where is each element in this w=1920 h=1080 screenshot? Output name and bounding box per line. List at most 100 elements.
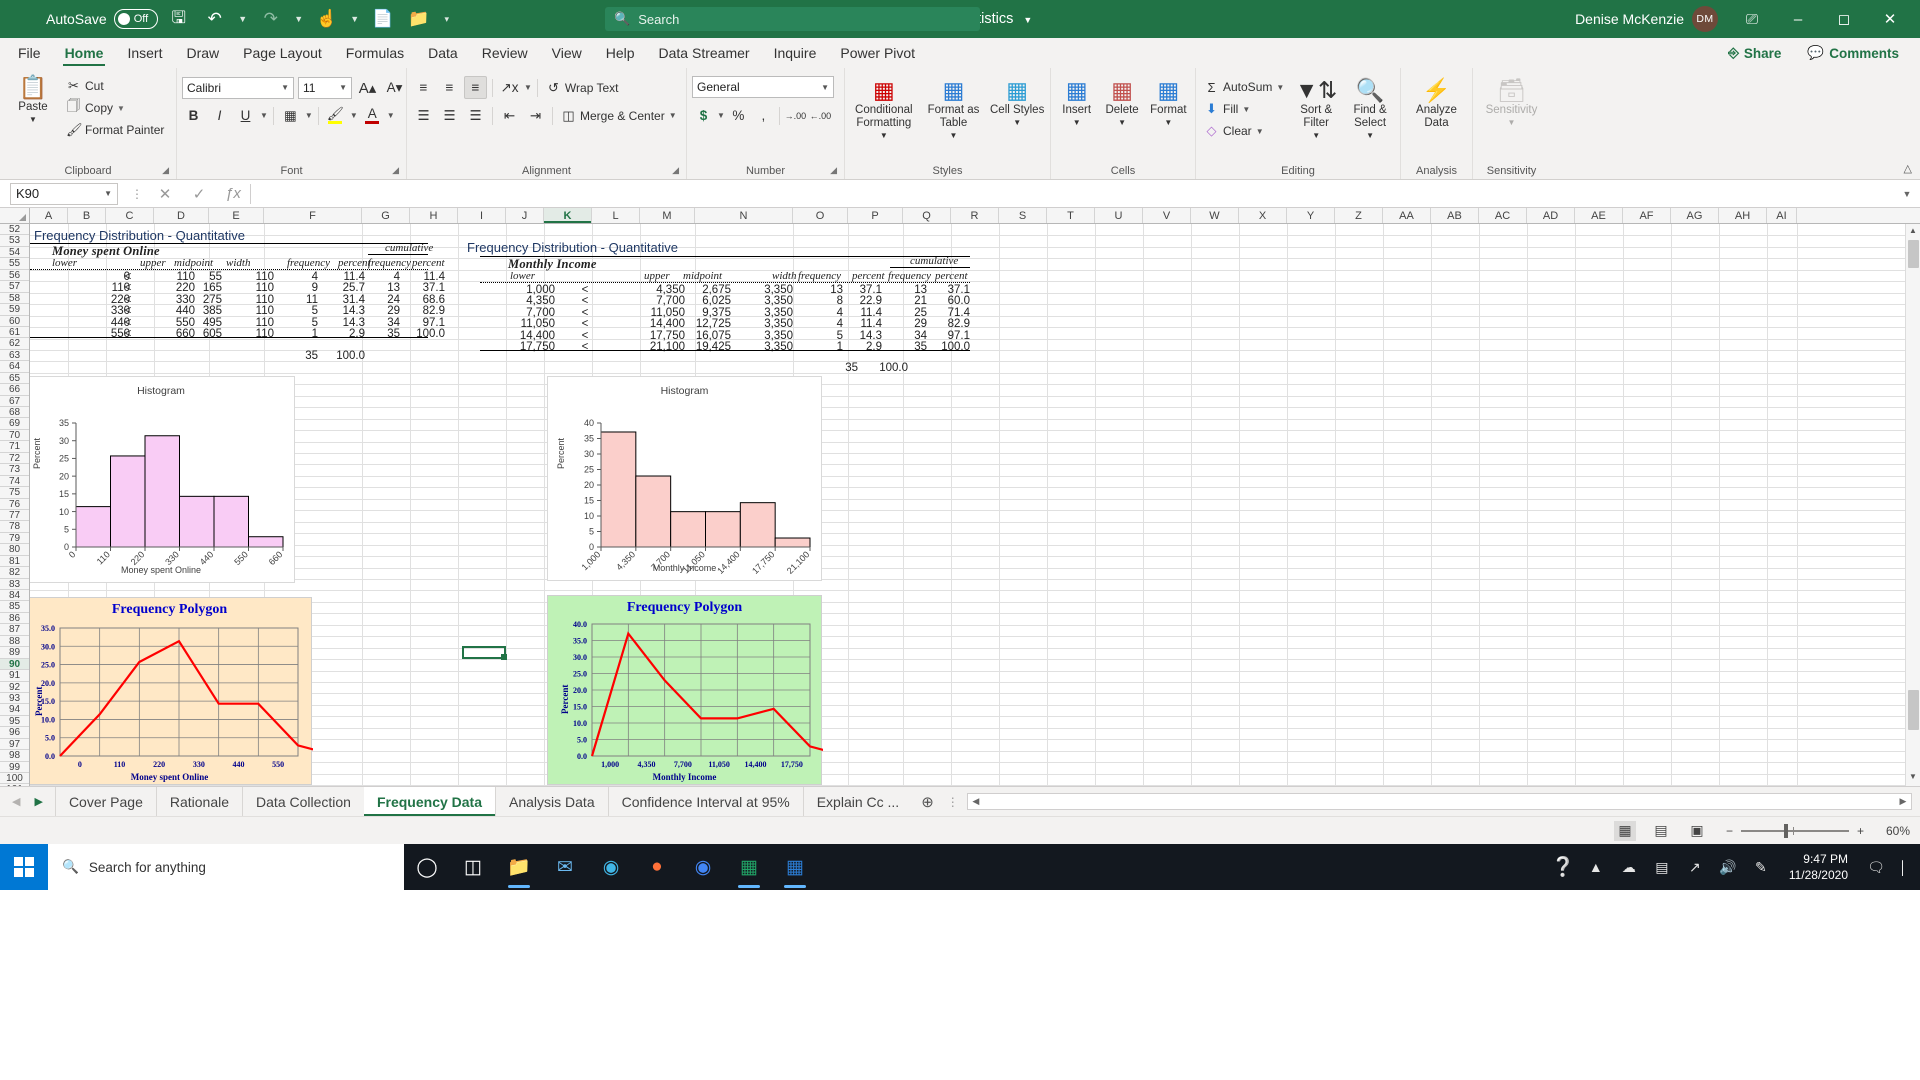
- search-box[interactable]: 🔍 Search: [605, 7, 980, 31]
- collapse-ribbon-icon[interactable]: △: [1904, 162, 1912, 175]
- currency-chevron-down-icon[interactable]: ▼: [717, 111, 725, 120]
- merge-chevron-down-icon[interactable]: ▼: [669, 111, 677, 120]
- row-header-81[interactable]: 81: [0, 555, 29, 568]
- column-header-G[interactable]: G: [362, 208, 410, 223]
- pen-icon[interactable]: ✎: [1746, 844, 1776, 890]
- increase-indent-button[interactable]: ⇥: [524, 104, 547, 127]
- row-header-101[interactable]: 101: [0, 784, 29, 786]
- align-middle-button[interactable]: ≡: [438, 76, 461, 99]
- show-hidden-icons-icon[interactable]: ▲: [1581, 844, 1611, 890]
- hscroll-right-icon[interactable]: ▶: [1895, 796, 1911, 807]
- right-histogram-chart[interactable]: Histogram 0 5 10 15 20 25 30 35 40 1,000 4,350 7,7…: [547, 376, 822, 581]
- align-left-button[interactable]: ☰: [412, 104, 435, 127]
- close-button[interactable]: ✕: [1868, 0, 1912, 38]
- tab-formulas[interactable]: Formulas: [334, 38, 416, 68]
- scroll-thumb-top[interactable]: [1907, 240, 1919, 268]
- copy-chevron-down-icon[interactable]: ▼: [117, 104, 125, 113]
- column-header-AE[interactable]: AE: [1575, 208, 1623, 223]
- column-header-K[interactable]: K: [544, 208, 592, 223]
- borders-button[interactable]: ▦: [279, 104, 302, 127]
- row-header-53[interactable]: 53: [0, 235, 29, 247]
- row-header-100[interactable]: 100: [0, 773, 29, 785]
- merge-center-button[interactable]: ◫ Merge & Center ▼: [558, 105, 680, 127]
- increase-decimal-button[interactable]: →.00: [784, 104, 807, 127]
- insert-cells-button[interactable]: ▦ Insert ▼: [1056, 74, 1097, 127]
- number-dialog-launcher-icon[interactable]: ◢: [830, 162, 837, 178]
- percent-style-button[interactable]: %: [727, 104, 750, 127]
- align-right-button[interactable]: ☰: [464, 104, 487, 127]
- alignment-dialog-launcher-icon[interactable]: ◢: [672, 162, 679, 178]
- hscroll-left-icon[interactable]: ◀: [968, 796, 984, 807]
- tab-data[interactable]: Data: [416, 38, 470, 68]
- column-header-F[interactable]: F: [264, 208, 362, 223]
- column-header-E[interactable]: E: [209, 208, 264, 223]
- format-painter-button[interactable]: 🖌 Format Painter: [63, 119, 167, 141]
- column-header-R[interactable]: R: [951, 208, 999, 223]
- decrease-indent-button[interactable]: ⇤: [498, 104, 521, 127]
- font-color-button[interactable]: A: [361, 104, 384, 127]
- sheet-tab-data-collection[interactable]: Data Collection: [242, 787, 364, 816]
- sheet-tab-analysis-data[interactable]: Analysis Data: [495, 787, 608, 816]
- row-header-69[interactable]: 69: [0, 418, 29, 430]
- row-header-55[interactable]: 55: [0, 258, 29, 270]
- row-header-96[interactable]: 96: [0, 727, 29, 739]
- row-header-62[interactable]: 62: [0, 338, 29, 350]
- row-header-80[interactable]: 80: [0, 544, 29, 556]
- sheet-nav-prev-icon[interactable]: ◀: [12, 795, 20, 808]
- fill-color-chevron-down-icon[interactable]: ▼: [350, 111, 358, 120]
- find-select-button[interactable]: 🔍 Find & Select ▼: [1345, 74, 1395, 141]
- zoom-thumb[interactable]: [1783, 823, 1788, 838]
- column-header-D[interactable]: D: [154, 208, 209, 223]
- align-center-button[interactable]: ☰: [438, 104, 461, 127]
- autosum-chevron-down-icon[interactable]: ▼: [1276, 83, 1284, 92]
- row-header-98[interactable]: 98: [0, 750, 29, 762]
- row-header-99[interactable]: 99: [0, 761, 29, 773]
- row-header-54[interactable]: 54: [0, 246, 29, 259]
- check-icon[interactable]: ✓: [182, 185, 216, 203]
- tab-home[interactable]: Home: [53, 38, 116, 68]
- tab-insert[interactable]: Insert: [115, 38, 174, 68]
- zoom-in-button[interactable]: +: [1857, 824, 1864, 838]
- row-header-52[interactable]: 52: [0, 224, 29, 236]
- column-header-AA[interactable]: AA: [1383, 208, 1431, 223]
- open-folder-icon[interactable]: 📁: [404, 4, 434, 34]
- row-header-75[interactable]: 75: [0, 487, 29, 499]
- row-header-88[interactable]: 88: [0, 635, 29, 648]
- taskbar-search[interactable]: 🔍 Search for anything: [48, 844, 404, 890]
- find-select-chevron-down-icon[interactable]: ▼: [1366, 131, 1374, 140]
- help-icon[interactable]: ❔: [1548, 844, 1578, 890]
- sensitivity-button[interactable]: 🗃 Sensitivity ▼: [1479, 74, 1545, 127]
- row-header-82[interactable]: 82: [0, 567, 29, 579]
- cortana-icon[interactable]: ◯: [404, 844, 450, 890]
- zoom-slider[interactable]: [1740, 823, 1849, 838]
- left-histogram-chart[interactable]: Histogram 0 5 10 15 20 25 30 35 0 110 220 330 440 55…: [30, 376, 295, 583]
- page-break-icon[interactable]: ▣: [1686, 821, 1708, 841]
- clipboard-dialog-launcher-icon[interactable]: ◢: [162, 162, 169, 178]
- task-view-icon[interactable]: ◫: [450, 844, 496, 890]
- select-all-button[interactable]: [0, 208, 30, 223]
- tab-page-layout[interactable]: Page Layout: [231, 38, 334, 68]
- row-header-58[interactable]: 58: [0, 292, 29, 305]
- column-header-AI[interactable]: AI: [1767, 208, 1797, 223]
- row-header-63[interactable]: 63: [0, 349, 29, 362]
- paste-chevron-down-icon[interactable]: ▼: [29, 115, 37, 124]
- sort-filter-button[interactable]: ▼⇅ Sort & Filter ▼: [1291, 74, 1341, 141]
- row-header-77[interactable]: 77: [0, 509, 29, 522]
- excel-icon[interactable]: ▦: [726, 844, 772, 890]
- autosum-button[interactable]: Σ AutoSum ▼: [1201, 76, 1287, 98]
- column-header-B[interactable]: B: [68, 208, 106, 223]
- add-sheet-button[interactable]: ⊕: [912, 787, 943, 816]
- edge-icon[interactable]: ◉: [588, 844, 634, 890]
- row-header-87[interactable]: 87: [0, 624, 29, 636]
- normal-view-icon[interactable]: ▦: [1613, 820, 1636, 841]
- row-header-71[interactable]: 71: [0, 441, 29, 453]
- vertical-scrollbar[interactable]: ▲ ▼: [1905, 224, 1920, 786]
- column-header-O[interactable]: O: [793, 208, 848, 223]
- column-header-Z[interactable]: Z: [1335, 208, 1383, 223]
- column-header-I[interactable]: I: [458, 208, 506, 223]
- conditional-formatting-button[interactable]: ▦ Conditional Formatting ▼: [850, 74, 918, 141]
- delete-chevron-down-icon[interactable]: ▼: [1118, 118, 1126, 127]
- column-header-S[interactable]: S: [999, 208, 1047, 223]
- sheet-tab-explain[interactable]: Explain Cc ...: [802, 787, 912, 816]
- analyze-data-button[interactable]: ⚡ Analyze Data: [1407, 74, 1467, 130]
